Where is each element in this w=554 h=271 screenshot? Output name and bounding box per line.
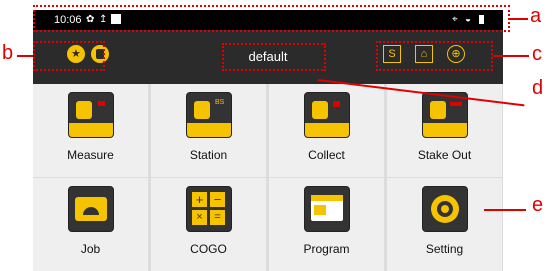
tile-label: Program (303, 242, 350, 256)
tile-label: Job (80, 242, 101, 256)
station-icon: BS (186, 92, 232, 138)
annotation-leader-e (484, 209, 526, 211)
annotation-box-a (33, 5, 510, 32)
annotation-leader-b (17, 55, 33, 57)
tile-program[interactable]: Program (269, 178, 384, 271)
tile-label: Measure (67, 148, 114, 162)
annotation-label-d: d (532, 77, 544, 99)
tile-measure[interactable]: Measure (33, 84, 148, 177)
annotation-box-d (222, 43, 326, 71)
annotation-box-b (33, 41, 105, 71)
main-menu-grid: Measure BS Station Collect Stake Out Job… (33, 84, 503, 271)
stake-out-icon (422, 92, 468, 138)
tile-label: Stake Out (417, 148, 472, 162)
tile-stake-out[interactable]: Stake Out (387, 84, 502, 177)
tile-label: Collect (308, 148, 345, 162)
annotation-label-b: b (2, 42, 14, 64)
tile-station[interactable]: BS Station (151, 84, 266, 177)
collect-icon (304, 92, 350, 138)
calculator-icon: + − × = (186, 186, 232, 232)
tile-job[interactable]: Job (33, 178, 148, 271)
tile-label: COGO (190, 242, 227, 256)
tile-setting[interactable]: Setting (387, 178, 502, 271)
job-folder-icon (68, 186, 114, 232)
tile-label: Station (189, 148, 228, 162)
annotation-leader-c (493, 55, 529, 57)
tile-cogo[interactable]: + − × = COGO (151, 178, 266, 271)
program-window-icon (304, 186, 350, 232)
measure-icon (68, 92, 114, 138)
annotation-label-c: c (532, 43, 542, 65)
tile-collect[interactable]: Collect (269, 84, 384, 177)
setting-gear-icon (422, 186, 468, 232)
annotation-label-a: a (530, 5, 542, 27)
annotation-label-e: e (532, 194, 544, 216)
annotation-leader-a (510, 18, 528, 20)
annotation-box-c (376, 41, 493, 71)
tile-label: Setting (425, 242, 464, 256)
